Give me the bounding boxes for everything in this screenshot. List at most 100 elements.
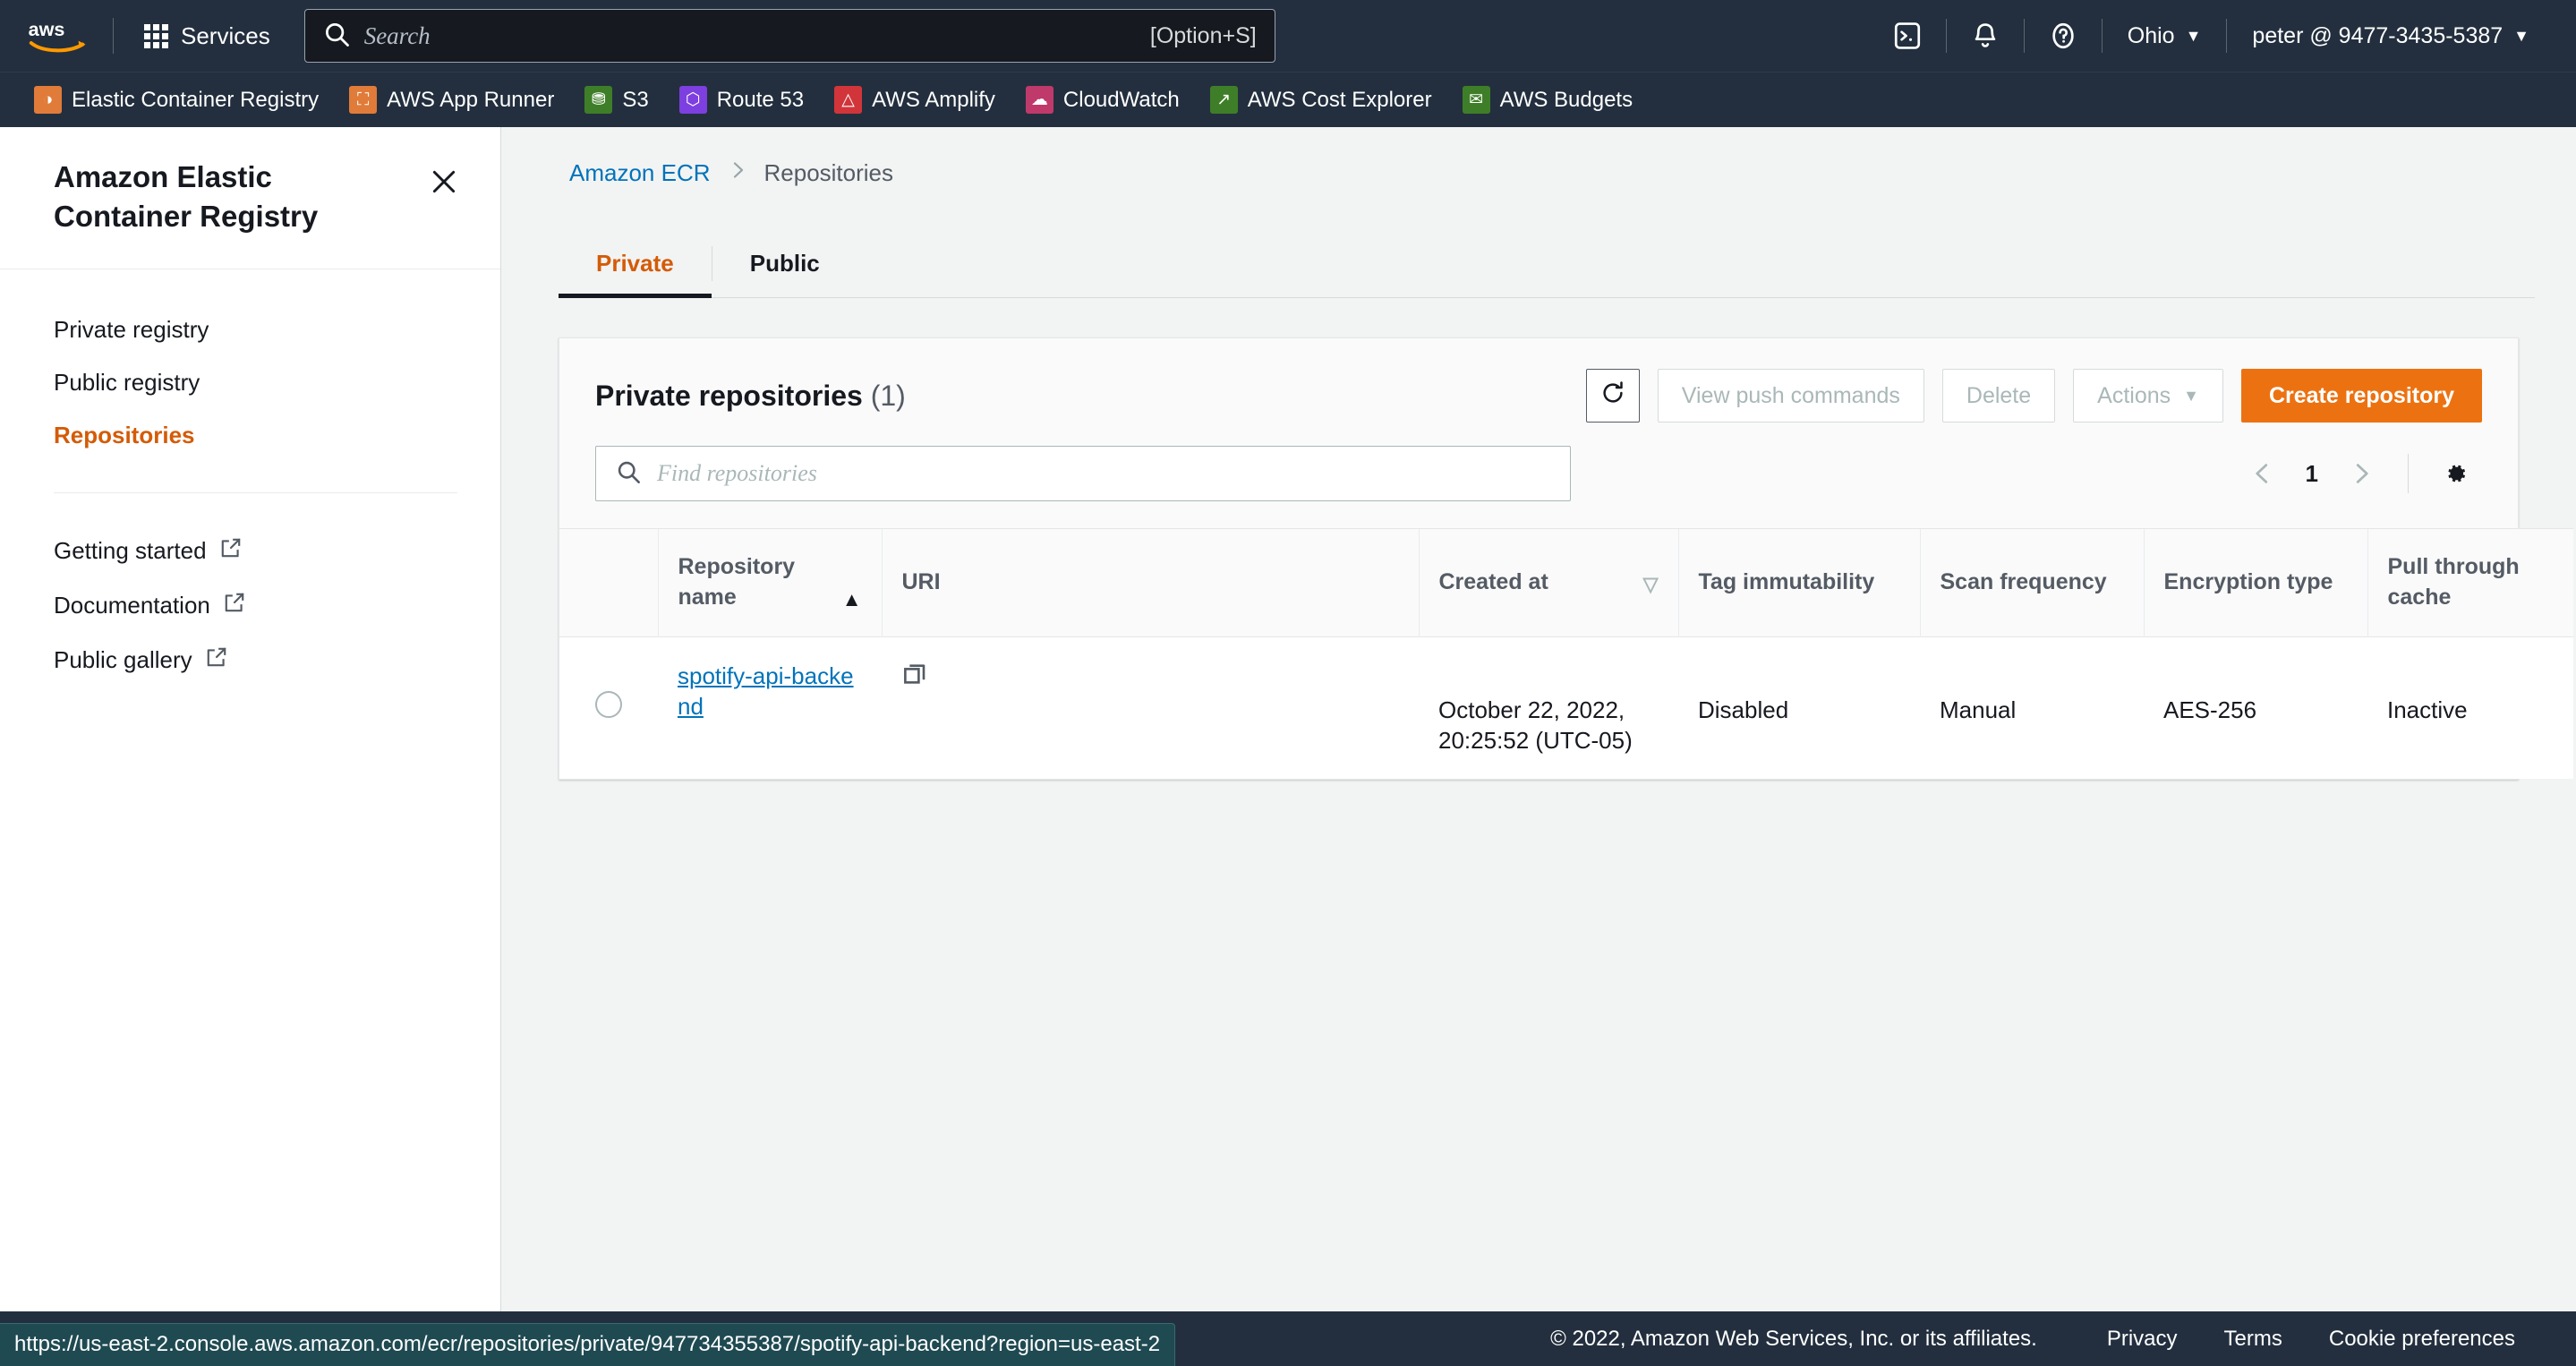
- breadcrumb-root[interactable]: Amazon ECR: [569, 159, 711, 187]
- find-repositories-placeholder: Find repositories: [657, 460, 817, 487]
- panel-header-bottom-row: Find repositories 1: [595, 446, 2482, 501]
- services-menu-button[interactable]: Services: [135, 13, 279, 59]
- sidebar-item-public-registry[interactable]: Public registry: [0, 356, 500, 409]
- registry-tabs: PrivatePublic: [559, 230, 2535, 298]
- private-repositories-panel: Private repositories (1): [559, 337, 2519, 780]
- column-header-pull-through-cache[interactable]: Pull through cache: [2367, 529, 2573, 637]
- cloudshell-button[interactable]: [1869, 0, 1946, 72]
- tab-public[interactable]: Public: [712, 230, 857, 297]
- notifications-bell-button[interactable]: [1947, 0, 2024, 72]
- footer-link-terms[interactable]: Terms: [2201, 1327, 2306, 1352]
- table-body: spotify-api-backend October 22, 2022, 20…: [559, 636, 2573, 779]
- sidebar-link-getting-started[interactable]: Getting started: [0, 524, 500, 578]
- favorite-label: AWS Cost Explorer: [1248, 88, 1432, 113]
- cell-repository-name: spotify-api-backend: [658, 636, 882, 779]
- row-radio-button[interactable]: [595, 691, 622, 718]
- region-selector[interactable]: Ohio ▼: [2103, 0, 2227, 72]
- breadcrumb-current: Repositories: [764, 159, 894, 187]
- service-icon: ⬡: [679, 86, 707, 114]
- cell-encryption-type: AES-256: [2144, 636, 2367, 779]
- pagination-prev-button[interactable]: [2236, 447, 2290, 500]
- create-repository-button[interactable]: Create repository: [2241, 369, 2482, 423]
- column-header-uri[interactable]: URI: [882, 529, 1419, 637]
- favorite-label: S3: [622, 88, 648, 113]
- pagination-page-number[interactable]: 1: [2290, 460, 2334, 488]
- column-header-encryption-type[interactable]: Encryption type: [2144, 529, 2367, 637]
- sidebar-link-documentation[interactable]: Documentation: [0, 578, 500, 633]
- refresh-button[interactable]: [1586, 369, 1640, 423]
- close-icon[interactable]: [423, 161, 465, 207]
- favorite-route-53[interactable]: ⬡ Route 53: [669, 86, 823, 114]
- chevron-down-icon: ▼: [2183, 387, 2199, 406]
- cell-tag-immutability: Disabled: [1678, 636, 1920, 779]
- actions-label: Actions: [2097, 383, 2171, 409]
- panel-header: Private repositories (1): [559, 338, 2518, 528]
- favorite-label: Route 53: [717, 88, 804, 113]
- column-header-tag-immutability[interactable]: Tag immutability: [1678, 529, 1920, 637]
- table-head: Repository name ▲ URI Created at: [559, 529, 2573, 637]
- cell-uri: [882, 636, 1419, 779]
- sidebar-item-repositories[interactable]: Repositories: [0, 409, 500, 462]
- sidebar-link-label: Getting started: [54, 537, 207, 565]
- create-repository-label: Create repository: [2269, 383, 2454, 409]
- sort-ascending-icon: ▲: [842, 586, 862, 613]
- chevron-down-icon: ▼: [2513, 27, 2529, 46]
- column-header-tag-immutability-label: Tag immutability: [1699, 568, 1900, 598]
- panel-actions: View push commands Delete Actions ▼ Crea…: [1586, 369, 2482, 423]
- favorite-label: AWS Amplify: [872, 88, 995, 113]
- global-search-placeholder: Search: [364, 22, 431, 50]
- column-header-uri-label: URI: [902, 568, 1399, 598]
- column-header-repository-name-label: Repository name: [678, 552, 826, 613]
- cell-created-at: October 22, 2022, 20:25:52 (UTC-05): [1419, 636, 1678, 779]
- cell-pull-through-cache: Inactive: [2367, 636, 2573, 779]
- account-menu[interactable]: peter @ 9477-3435-5387 ▼: [2227, 0, 2555, 72]
- sidebar-title: Amazon Elastic Container Registry: [54, 158, 412, 236]
- footer-right-group: © 2022, Amazon Web Services, Inc. or its…: [1550, 1327, 2538, 1352]
- column-header-created-at[interactable]: Created at ▽: [1419, 529, 1678, 637]
- panel-title-text: Private repositories: [595, 380, 863, 412]
- column-header-repository-name[interactable]: Repository name ▲: [658, 529, 882, 637]
- find-repositories-input[interactable]: Find repositories: [595, 446, 1571, 501]
- aws-logo[interactable]: aws: [27, 16, 91, 55]
- panel-header-top-row: Private repositories (1): [595, 369, 2482, 423]
- favorite-elastic-container-registry[interactable]: ◑Elastic Container Registry: [23, 86, 338, 114]
- sidebar-item-private-registry[interactable]: Private registry: [0, 303, 500, 356]
- global-search-input[interactable]: Search [Option+S]: [304, 9, 1275, 63]
- repository-name-link[interactable]: spotify-api-backend: [678, 662, 854, 720]
- favorite-aws-budgets[interactable]: ✉AWS Budgets: [1452, 86, 1653, 114]
- chevron-down-icon: ▼: [2186, 27, 2202, 46]
- page-body: Amazon Elastic Container Registry Privat…: [0, 127, 2576, 1311]
- delete-button[interactable]: Delete: [1942, 369, 2055, 423]
- actions-dropdown-button[interactable]: Actions ▼: [2073, 369, 2223, 423]
- nav-divider: [113, 18, 114, 54]
- main-content: Amazon ECR Repositories PrivatePublic Pr…: [501, 127, 2576, 1311]
- service-icon: ✉: [1463, 86, 1490, 114]
- favorite-aws-cost-explorer[interactable]: ↗AWS Cost Explorer: [1199, 86, 1452, 114]
- favorite-aws-app-runner[interactable]: ⛶AWS App Runner: [338, 86, 574, 114]
- search-shortcut-hint: [Option+S]: [1150, 23, 1257, 49]
- column-header-scan-frequency[interactable]: Scan frequency: [1920, 529, 2144, 637]
- table-row[interactable]: spotify-api-backend October 22, 2022, 20…: [559, 636, 2573, 779]
- service-icon: ◑: [34, 86, 62, 114]
- favorite-aws-amplify[interactable]: △AWS Amplify: [823, 86, 1015, 114]
- copy-icon[interactable]: [901, 666, 928, 693]
- footer-link-privacy[interactable]: Privacy: [2084, 1327, 2201, 1352]
- svg-text:aws: aws: [29, 18, 65, 40]
- tab-private[interactable]: Private: [559, 230, 712, 297]
- help-button[interactable]: [2025, 0, 2102, 72]
- panel-count: (1): [871, 380, 906, 412]
- sidebar-item-label: Public registry: [54, 369, 200, 397]
- pagination-divider: [2408, 454, 2409, 493]
- sidebar-link-public-gallery[interactable]: Public gallery: [0, 633, 500, 687]
- sidebar-item-label: Private registry: [54, 316, 209, 344]
- pagination-next-button[interactable]: [2334, 447, 2388, 500]
- favorite-cloudwatch[interactable]: ☁CloudWatch: [1015, 86, 1199, 114]
- sidebar-link-label: Public gallery: [54, 646, 192, 674]
- view-push-commands-button[interactable]: View push commands: [1658, 369, 1924, 423]
- footer-link-cookie-preferences[interactable]: Cookie preferences: [2306, 1327, 2538, 1352]
- sidebar-divider: [54, 492, 457, 493]
- status-bar-url: https://us-east-2.console.aws.amazon.com…: [0, 1323, 1175, 1366]
- favorites-bar: ◑Elastic Container Registry⛶AWS App Runn…: [0, 72, 2576, 127]
- preferences-gear-button[interactable]: [2428, 447, 2482, 500]
- favorite-s3[interactable]: ⛃S3: [574, 86, 668, 114]
